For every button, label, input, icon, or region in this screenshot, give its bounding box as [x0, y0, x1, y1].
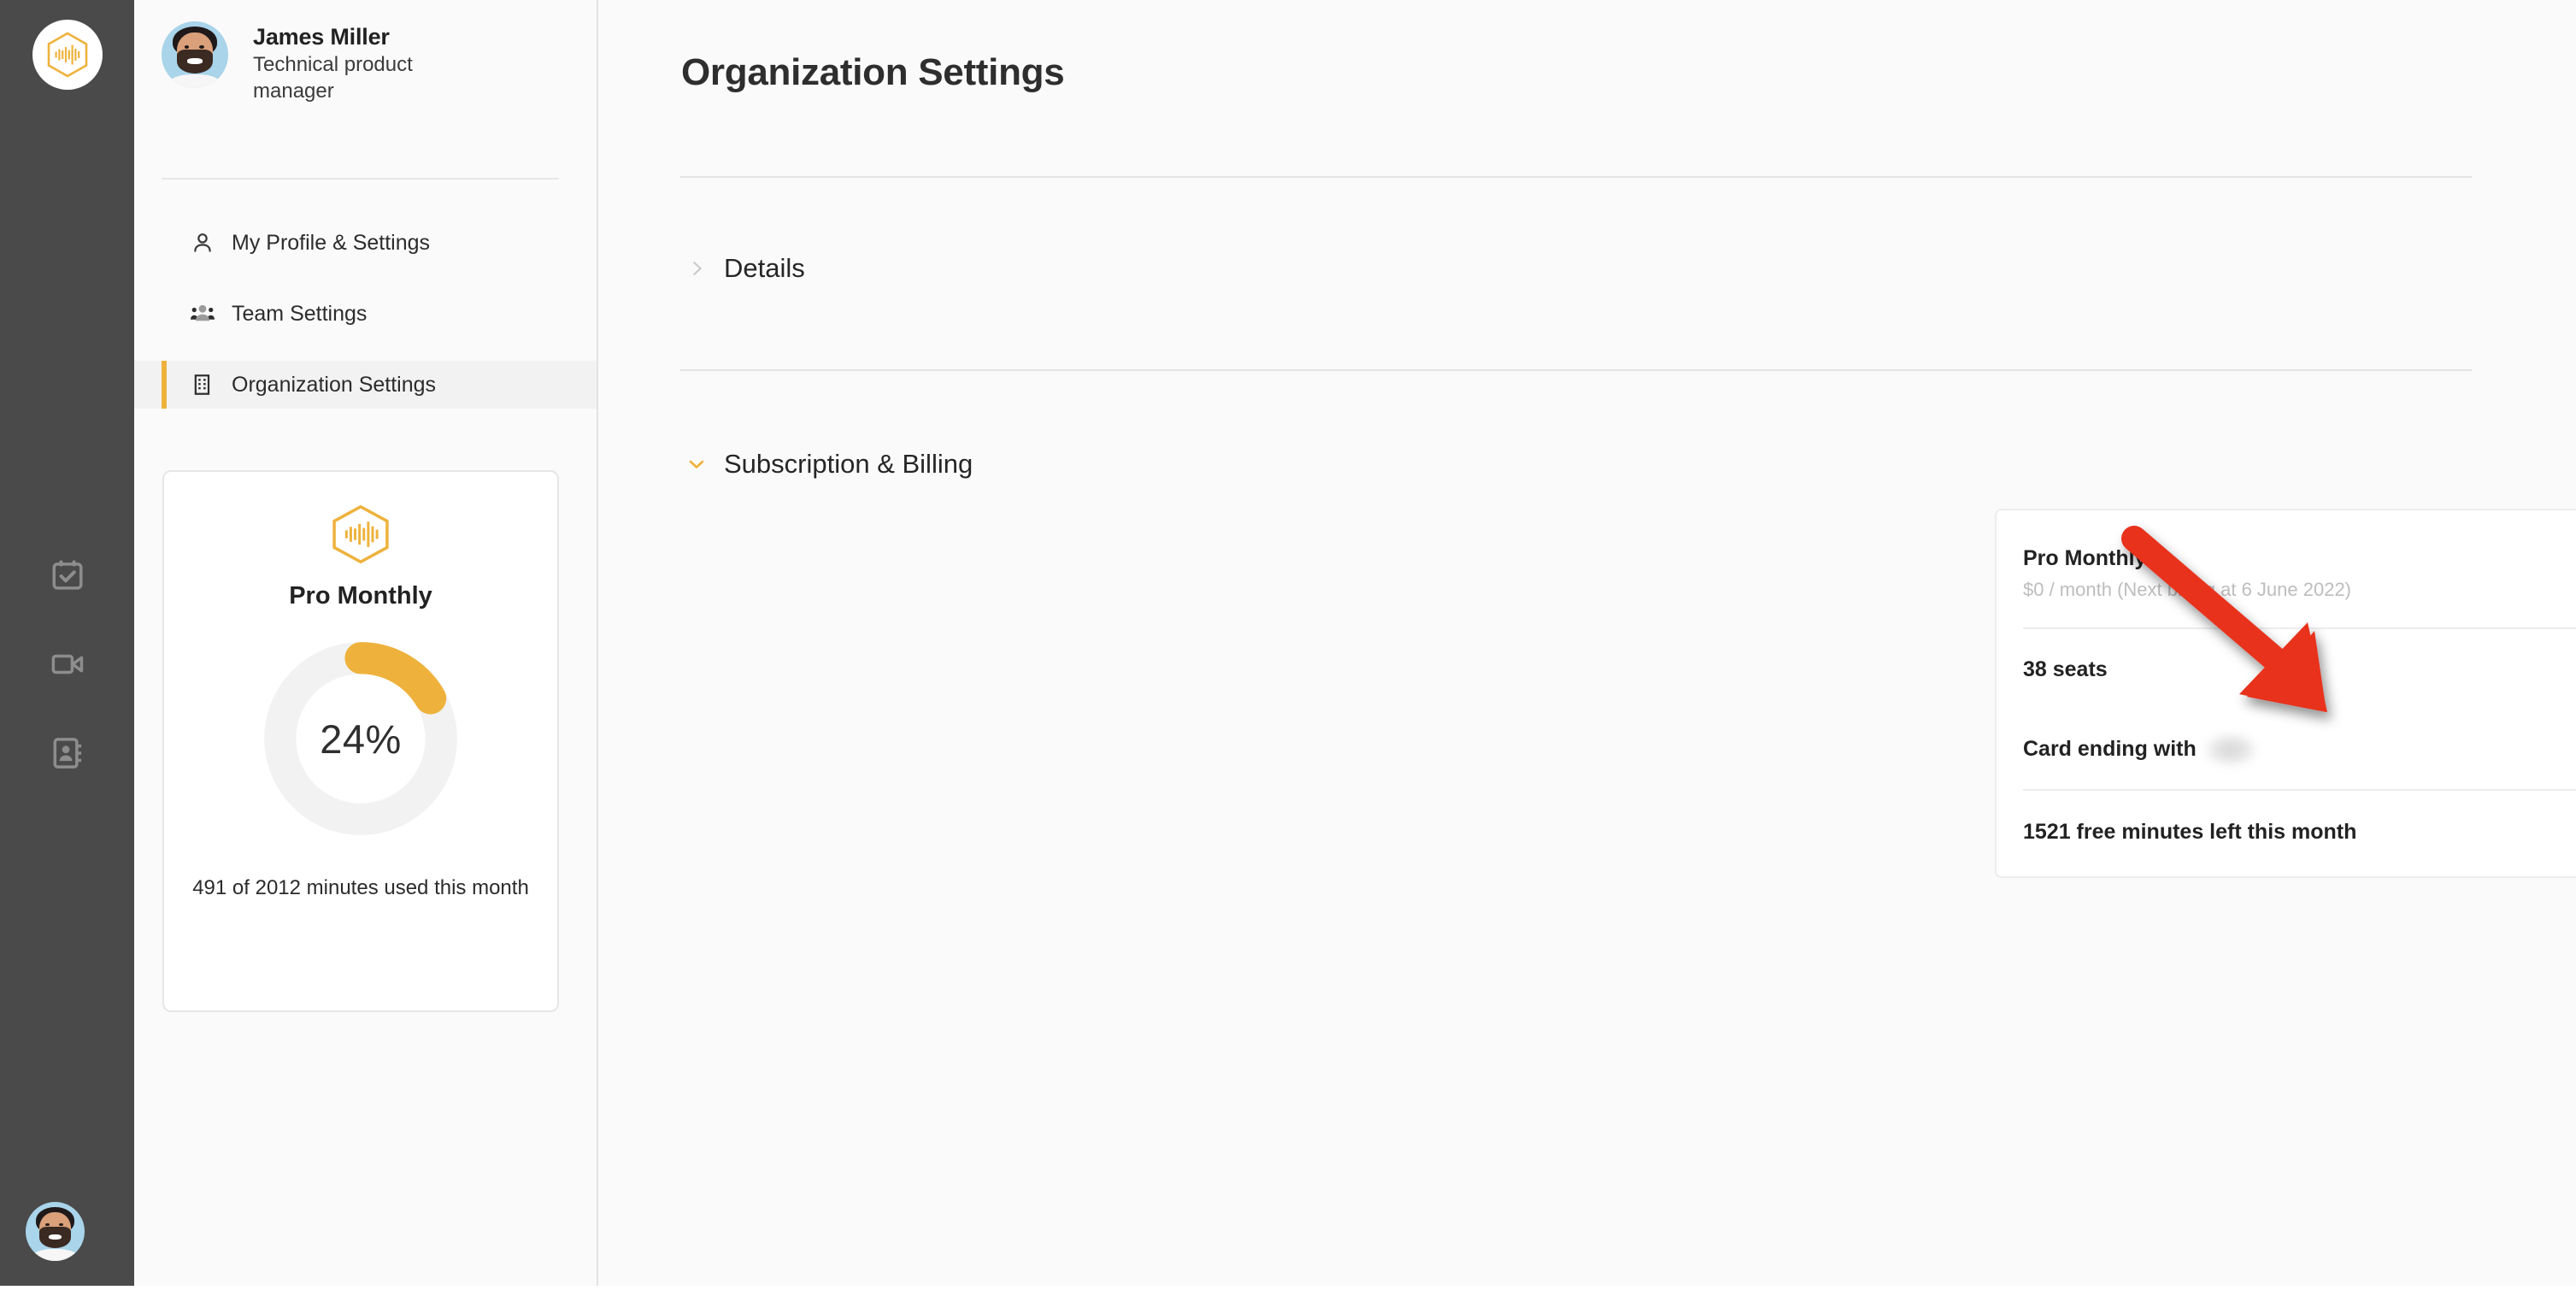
contacts-book-icon: [53, 738, 81, 769]
plan-usage-text: 491 of 2012 minutes used this month: [192, 876, 529, 899]
calendar-check-icon: [52, 560, 82, 590]
sidebar-item-organization-settings[interactable]: Organization Settings: [134, 361, 597, 409]
rail-user-avatar[interactable]: [26, 1202, 85, 1261]
plan-logo: [327, 504, 394, 568]
hexagon-waveform-logo-icon: [332, 504, 389, 564]
building-icon: [188, 373, 217, 397]
billing-row-seats: 38 seats Add seats Remove seats: [2023, 629, 2576, 710]
redacted-card-digits: [2204, 733, 2256, 766]
profile-name: James Miller: [253, 24, 390, 50]
chevron-right-icon: [681, 259, 712, 278]
billing-card: Pro Monthly $0 / month (Next billing at …: [1995, 509, 2576, 878]
billing-seats-count: 38 seats: [2023, 657, 2108, 681]
billing-card-label: Card ending with: [2023, 737, 2197, 761]
profile-avatar: [162, 21, 228, 88]
section-label: Subscription & Billing: [724, 449, 973, 479]
profile-text: James Miller Technical product manager: [253, 21, 441, 104]
plan-title: Pro Monthly: [289, 582, 432, 610]
sidebar-profile[interactable]: James Miller Technical product manager: [162, 21, 441, 104]
rail-item-recordings[interactable]: [44, 640, 91, 688]
sidebar-item-team-settings[interactable]: Team Settings: [134, 290, 597, 338]
billing-row-plan: Pro Monthly $0 / month (Next billing at …: [2023, 510, 2576, 629]
main-content: Organization Settings Details Subscripti…: [598, 0, 2576, 1286]
sidebar-item-label: Team Settings: [232, 301, 368, 326]
billing-row-minutes: 1521 free minutes left this month Add-on…: [2023, 791, 2576, 873]
billing-minutes-text: 1521 free minutes left this month: [2023, 819, 2357, 844]
rail-item-scheduled[interactable]: [44, 551, 91, 599]
page-title: Organization Settings: [681, 51, 1065, 93]
settings-sidebar: James Miller Technical product manager M…: [134, 0, 598, 1286]
plan-usage-card: Pro Monthly 24% 491 of 2012 minutes used…: [162, 470, 559, 1012]
section-divider-top: [680, 176, 2472, 178]
section-divider-bottom: [680, 369, 2472, 371]
donut-percent-label: 24%: [320, 716, 402, 762]
section-header-subscription-billing[interactable]: Subscription & Billing: [681, 449, 973, 480]
section-header-details[interactable]: Details: [681, 253, 805, 284]
billing-plan-price: $0 / month (Next billing at 6 June 2022): [2023, 579, 2352, 600]
people-group-icon: [188, 301, 217, 327]
avatar-portrait: [26, 1202, 85, 1261]
profile-role: Technical product manager: [253, 53, 413, 103]
billing-plan-name: Pro Monthly: [2023, 546, 2147, 570]
section-label: Details: [724, 253, 805, 283]
video-camera-icon: [51, 654, 83, 674]
hexagon-waveform-logo-icon: [47, 32, 87, 78]
rail-item-contacts[interactable]: [44, 729, 91, 777]
sidebar-item-label: Organization Settings: [232, 372, 437, 397]
sidebar-nav: My Profile & Settings Team Settings Orga…: [134, 219, 597, 409]
sidebar-divider: [162, 178, 559, 180]
sidebar-item-my-profile-settings[interactable]: My Profile & Settings: [134, 219, 597, 267]
app-rail: [0, 0, 134, 1286]
sidebar-item-label: My Profile & Settings: [232, 230, 431, 255]
rail-nav-icons: [44, 551, 91, 777]
chevron-down-icon: [681, 454, 712, 474]
app-logo[interactable]: [32, 20, 103, 90]
billing-card-info: Card ending with: [2023, 733, 2256, 766]
billing-row-card: Card ending with Update Payment Method: [2023, 710, 2576, 791]
usage-donut-chart: 24%: [255, 633, 467, 845]
billing-plan-info: Pro Monthly $0 / month (Next billing at …: [2023, 546, 2351, 601]
avatar-portrait: [162, 21, 228, 88]
person-icon: [188, 231, 217, 255]
